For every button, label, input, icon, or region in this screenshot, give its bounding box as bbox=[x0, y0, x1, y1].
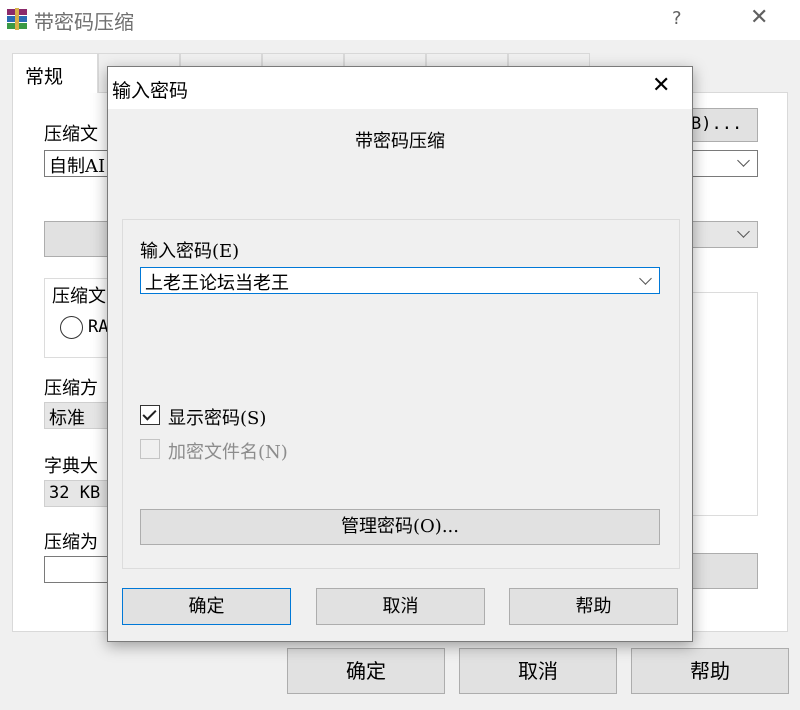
tab-general-label: 常规 bbox=[25, 66, 64, 88]
password-label: 输入密码(E) bbox=[140, 241, 240, 262]
rar-radio[interactable] bbox=[60, 316, 83, 339]
set-password-button[interactable] bbox=[690, 553, 758, 589]
chevron-down-icon bbox=[737, 225, 750, 238]
dialog-cancel-button[interactable]: 取消 bbox=[316, 588, 485, 625]
archive-name-dropdown[interactable] bbox=[690, 150, 758, 177]
dialog-title: 输入密码 bbox=[112, 80, 189, 102]
winrar-app-icon bbox=[7, 8, 27, 30]
enter-password-dialog: 输入密码 ✕ 带密码压缩 输入密码(E) 上老王论坛当老王 显示密码(S) 加密… bbox=[107, 66, 693, 642]
update-mode-dropdown[interactable] bbox=[690, 221, 758, 248]
manage-passwords-button[interactable]: 管理密码(O)... bbox=[140, 509, 660, 545]
split-volumes-label: 压缩为 bbox=[44, 532, 98, 553]
tab-general[interactable]: 常规 bbox=[12, 53, 98, 93]
main-cancel-button[interactable]: 取消 bbox=[459, 648, 617, 694]
close-icon[interactable]: ✕ bbox=[750, 5, 768, 30]
encrypt-filenames-label[interactable]: 加密文件名(N) bbox=[168, 438, 288, 464]
chevron-down-icon bbox=[737, 154, 750, 167]
dialog-close-icon[interactable]: ✕ bbox=[652, 73, 670, 98]
show-password-label[interactable]: 显示密码(S) bbox=[168, 404, 266, 430]
window-titlebar: 带密码压缩 ? ✕ bbox=[0, 0, 800, 40]
dialog-titlebar: 输入密码 ✕ bbox=[108, 67, 692, 109]
window-title: 带密码压缩 bbox=[34, 10, 134, 34]
dictionary-size-label: 字典大 bbox=[44, 456, 98, 477]
checkmark-icon bbox=[142, 406, 157, 421]
encrypt-filenames-checkbox[interactable] bbox=[140, 439, 160, 459]
dialog-help-button[interactable]: 帮助 bbox=[509, 588, 678, 625]
main-help-button[interactable]: 帮助 bbox=[631, 648, 789, 694]
dictionary-size-value: 32 KB bbox=[49, 483, 101, 503]
password-value: 上老王论坛当老王 bbox=[145, 273, 289, 294]
show-password-checkbox[interactable] bbox=[140, 405, 160, 425]
rar-radio-label: RA bbox=[88, 317, 109, 337]
chevron-down-icon[interactable] bbox=[639, 272, 652, 285]
dialog-ok-button[interactable]: 确定 bbox=[122, 588, 291, 625]
compression-method-label: 压缩方 bbox=[44, 378, 98, 399]
archive-format-label: 压缩文 bbox=[52, 282, 106, 308]
dialog-caption: 带密码压缩 bbox=[355, 131, 445, 152]
archive-options-group bbox=[690, 292, 758, 516]
main-ok-button[interactable]: 确定 bbox=[287, 648, 445, 694]
archive-name-value: 自制AI bbox=[49, 156, 106, 177]
compression-method-value: 标准 bbox=[49, 408, 85, 429]
help-icon[interactable]: ? bbox=[672, 8, 682, 29]
browse-button-label: B)... bbox=[691, 114, 743, 134]
password-input[interactable]: 上老王论坛当老王 bbox=[140, 267, 660, 294]
archive-name-label: 压缩文 bbox=[44, 124, 98, 145]
browse-button[interactable]: B)... bbox=[690, 108, 758, 142]
